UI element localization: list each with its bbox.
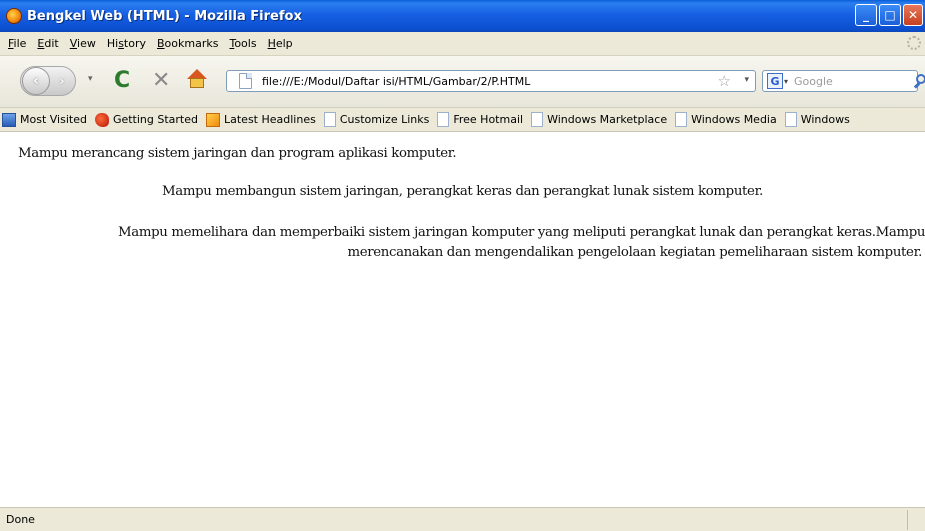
maximize-button[interactable]: □: [879, 4, 901, 26]
page-content[interactable]: Mampu merancang sistem jaringan dan prog…: [0, 133, 925, 507]
forward-button[interactable]: ›: [52, 72, 72, 90]
bookmark-most-visited[interactable]: Most Visited: [2, 112, 87, 127]
url-dropdown-icon[interactable]: ▾: [744, 75, 749, 85]
status-text: Done: [6, 513, 35, 526]
url-bar[interactable]: file:///E:/Modul/Daftar isi/HTML/Gambar/…: [226, 70, 756, 92]
menu-help[interactable]: Help: [268, 37, 293, 50]
page-icon: [239, 73, 252, 89]
bookmark-windows[interactable]: Windows: [784, 112, 850, 127]
resize-grip[interactable]: [907, 510, 925, 530]
back-arrow-icon: ‹: [33, 73, 39, 89]
menu-tools[interactable]: Tools: [229, 37, 256, 50]
menu-file[interactable]: File: [8, 37, 26, 50]
page-icon: [323, 112, 336, 127]
most-visited-icon: [2, 112, 16, 127]
bookmark-latest-headlines[interactable]: Latest Headlines: [206, 112, 316, 127]
back-button[interactable]: ‹: [22, 67, 50, 95]
bookmark-windows-marketplace[interactable]: Windows Marketplace: [531, 112, 667, 127]
paragraph-right-line-2: merencanakan dan mengendalikan pengelola…: [347, 245, 922, 260]
paragraph-left: Mampu merancang sistem jaringan dan prog…: [18, 146, 457, 161]
bookmark-windows-media[interactable]: Windows Media: [675, 112, 777, 127]
forward-arrow-icon: ›: [59, 74, 65, 88]
firefox-logo-icon: [6, 8, 22, 24]
paragraph-center: Mampu membangun sistem jaringan, perangk…: [162, 184, 763, 199]
page-icon: [784, 112, 797, 127]
reload-icon[interactable]: C: [114, 68, 130, 93]
paragraph-right-line-1: Mampu memelihara dan memperbaiki sistem …: [118, 225, 925, 240]
menu-bar: File Edit View History Bookmarks Tools H…: [0, 32, 925, 56]
history-dropdown-icon[interactable]: ▾: [88, 74, 93, 84]
engine-dropdown-icon[interactable]: ▾: [784, 77, 788, 86]
menu-bookmarks[interactable]: Bookmarks: [157, 37, 218, 50]
close-button[interactable]: ✕: [903, 4, 923, 26]
bookmark-getting-started[interactable]: Getting Started: [94, 112, 198, 127]
search-bar[interactable]: G ▾ Google: [762, 70, 925, 92]
menu-history[interactable]: History: [107, 37, 146, 50]
stop-icon[interactable]: ✕: [152, 68, 170, 93]
search-icon[interactable]: [913, 73, 925, 89]
search-engine-icon[interactable]: G: [767, 73, 783, 89]
bookmark-free-hotmail[interactable]: Free Hotmail: [437, 112, 523, 127]
home-icon[interactable]: [186, 69, 208, 91]
search-input[interactable]: Google: [794, 75, 833, 88]
minimize-button[interactable]: _: [855, 4, 877, 26]
status-bar: Done: [0, 507, 925, 531]
bookmark-star-icon[interactable]: ☆: [718, 72, 731, 90]
throbber-icon: [907, 36, 921, 50]
rss-icon: [206, 112, 220, 127]
page-icon: [531, 112, 544, 127]
bookmark-customize-links[interactable]: Customize Links: [323, 112, 429, 127]
window-controls: _ □ ✕: [855, 4, 923, 26]
getting-started-icon: [94, 112, 109, 127]
menu-edit[interactable]: Edit: [37, 37, 58, 50]
url-text[interactable]: file:///E:/Modul/Daftar isi/HTML/Gambar/…: [262, 75, 530, 88]
bookmarks-toolbar: Most Visited Getting Started Latest Head…: [0, 108, 925, 132]
title-bar[interactable]: Bengkel Web (HTML) - Mozilla Firefox _ □…: [0, 0, 925, 32]
page-icon: [675, 112, 688, 127]
page-icon: [437, 112, 450, 127]
menu-view[interactable]: View: [70, 37, 96, 50]
navigation-toolbar: ‹ › ▾ C ✕ file:///E:/Modul/Daftar isi/HT…: [0, 56, 925, 108]
window-title: Bengkel Web (HTML) - Mozilla Firefox: [27, 8, 302, 24]
